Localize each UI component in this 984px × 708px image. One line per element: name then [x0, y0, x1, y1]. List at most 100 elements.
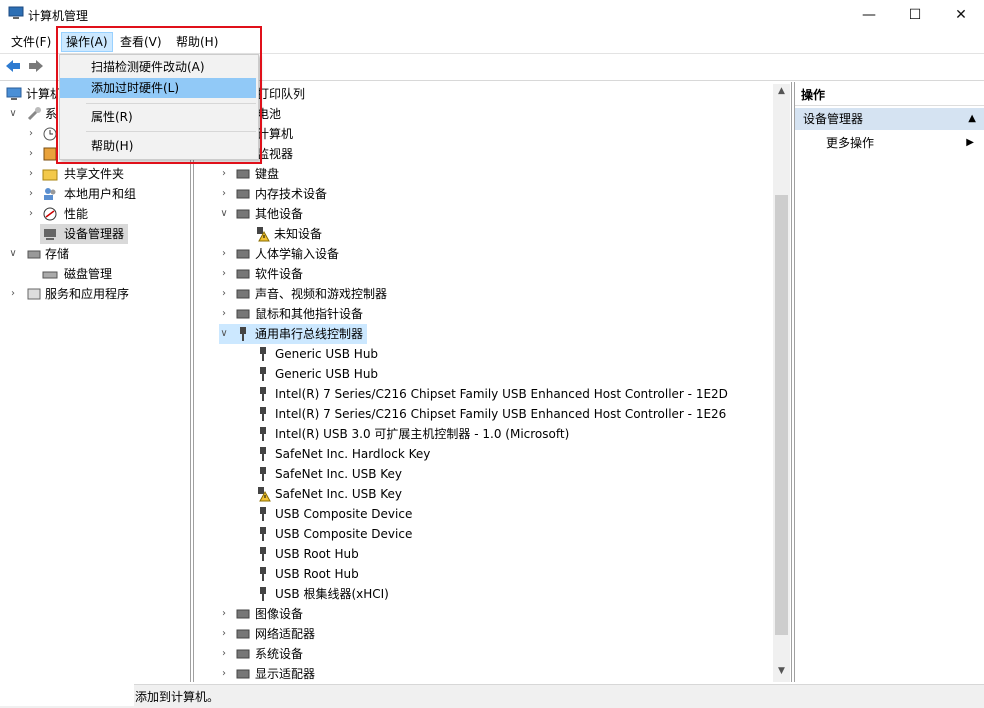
chevron-down-icon[interactable]: ∨	[219, 324, 229, 344]
device-category-row[interactable]: › 声音、视频和游戏控制器	[219, 284, 419, 304]
collapse-up-icon[interactable]: ▲	[968, 108, 976, 130]
device-category-row[interactable]: › 软件设备	[219, 264, 419, 284]
chevron-down-icon[interactable]: ∨	[219, 204, 229, 224]
device-category-print-queue[interactable]: 打印队列	[257, 84, 305, 104]
chevron-right-icon[interactable]: ›	[219, 184, 229, 204]
usb-device-item[interactable]: USB Composite Device	[237, 524, 737, 544]
device-category-row[interactable]: › 键盘	[219, 164, 419, 184]
tree-services-apps[interactable]: › 服务和应用程序	[4, 284, 174, 304]
chevron-right-icon[interactable]: ›	[26, 144, 36, 164]
device-category-row[interactable]: › 内存技术设备	[219, 184, 419, 204]
tree-item-label: 服务和应用程序	[45, 287, 130, 301]
device-label: 图像设备	[255, 607, 304, 621]
mouse-icon	[235, 306, 251, 322]
menu-file[interactable]: 文件(F)	[7, 33, 55, 51]
usb-device-item[interactable]: SafeNet Inc. USB Key	[237, 464, 737, 484]
tree-disk-management[interactable]: 磁盘管理	[40, 264, 160, 284]
actions-section-label: 设备管理器	[803, 112, 864, 126]
device-item-unknown[interactable]: 未知设备	[237, 224, 357, 244]
device-category-computer[interactable]: 计算机	[257, 124, 293, 144]
chevron-right-icon[interactable]: ›	[26, 184, 36, 204]
chevron-right-icon[interactable]: ›	[26, 204, 36, 224]
device-label: USB Composite Device	[275, 507, 413, 521]
device-label: 通用串行总线控制器	[255, 327, 364, 341]
back-arrow-icon[interactable]	[4, 58, 22, 74]
tree-system-tools[interactable]: ∨ 系	[4, 104, 64, 124]
more-actions-item[interactable]: 更多操作 ▶	[826, 133, 976, 153]
device-category-row[interactable]: ∨ 其他设备	[219, 204, 419, 224]
tree-item-label: 存储	[45, 247, 70, 261]
usb-device-item[interactable]: Intel(R) 7 Series/C216 Chipset Family US…	[237, 404, 737, 424]
actions-section-device-manager[interactable]: 设备管理器 ▲	[795, 108, 984, 130]
usb-device-item[interactable]: USB Root Hub	[237, 544, 737, 564]
device-label: Intel(R) 7 Series/C216 Chipset Family US…	[275, 407, 727, 421]
maximize-button[interactable]: ☐	[892, 0, 938, 30]
device-category-row[interactable]: › 显示适配器	[219, 664, 419, 684]
scrollbar-thumb[interactable]	[775, 195, 788, 635]
usb-device-item[interactable]: SafeNet Inc. USB Key	[237, 484, 737, 504]
device-category-row[interactable]: › 系统设备	[219, 644, 419, 664]
chevron-right-icon[interactable]: ›	[219, 644, 229, 664]
usb-icon	[255, 506, 271, 522]
chevron-right-icon[interactable]: ›	[219, 244, 229, 264]
display-adapter-icon	[235, 666, 251, 682]
usb-device-item[interactable]: USB Root Hub	[237, 564, 737, 584]
tree-shared-folders[interactable]: › 共享文件夹	[24, 164, 174, 184]
tree-root[interactable]: 计算机	[4, 84, 64, 104]
chevron-down-icon[interactable]: ∨	[8, 244, 18, 264]
usb-device-item[interactable]: Generic USB Hub	[237, 344, 737, 364]
usb-icon	[255, 366, 271, 382]
device-label: 鼠标和其他指针设备	[255, 307, 364, 321]
device-label: USB Composite Device	[275, 527, 413, 541]
usb-device-item[interactable]: USB Composite Device	[237, 504, 737, 524]
forward-arrow-icon[interactable]	[27, 58, 45, 74]
tree-device-manager[interactable]: 设备管理器	[40, 224, 128, 244]
device-category-row[interactable]: › 图像设备	[219, 604, 419, 624]
chevron-right-icon[interactable]: ›	[26, 124, 36, 144]
chevron-right-icon[interactable]: ›	[219, 624, 229, 644]
memory-icon	[235, 186, 251, 202]
highlight-annotation-box	[56, 26, 262, 164]
minimize-button[interactable]: —	[846, 0, 892, 30]
chevron-right-icon[interactable]: ›	[219, 304, 229, 324]
usb-device-item[interactable]: Generic USB Hub	[237, 364, 737, 384]
tree-local-users[interactable]: › 本地用户和组	[24, 184, 174, 204]
camera-icon	[235, 606, 251, 622]
tree-event-viewer[interactable]: ›	[24, 144, 58, 164]
chevron-right-icon[interactable]: ›	[8, 284, 18, 304]
usb-icon	[255, 546, 271, 562]
chevron-right-icon[interactable]: ›	[219, 264, 229, 284]
storage-icon	[26, 246, 42, 262]
computer-icon	[6, 86, 22, 102]
chevron-right-icon[interactable]: ›	[219, 284, 229, 304]
device-label: USB Root Hub	[275, 567, 359, 581]
status-text: 添加到计算机。	[135, 690, 220, 704]
actions-pane	[794, 82, 984, 682]
device-category-monitor[interactable]: 监视器	[257, 144, 293, 164]
usb-device-item[interactable]: Intel(R) USB 3.0 可扩展主机控制器 - 1.0 (Microso…	[237, 424, 737, 444]
tree-performance[interactable]: › 性能	[24, 204, 174, 224]
chevron-down-icon[interactable]: ∨	[8, 104, 18, 124]
close-button[interactable]: ✕	[938, 0, 984, 30]
hid-icon	[235, 246, 251, 262]
chevron-right-icon[interactable]: ›	[219, 164, 229, 184]
usb-device-item[interactable]: USB 根集线器(xHCI)	[237, 584, 737, 604]
chevron-right-icon[interactable]: ›	[219, 604, 229, 624]
chevron-right-icon[interactable]: ›	[26, 164, 36, 184]
tree-storage[interactable]: ∨ 存储	[4, 244, 154, 264]
device-label: 声音、视频和游戏控制器	[255, 287, 388, 301]
device-label: 网络适配器	[255, 627, 316, 641]
usb-device-item[interactable]: SafeNet Inc. Hardlock Key	[237, 444, 737, 464]
usb-icon	[255, 406, 271, 422]
device-category-row[interactable]: ∨ 通用串行总线控制器	[219, 324, 367, 344]
scroll-down-icon[interactable]: ▼	[775, 666, 788, 680]
window-title: 计算机管理	[28, 9, 89, 23]
device-category-row[interactable]: › 鼠标和其他指针设备	[219, 304, 419, 324]
device-category-row[interactable]: › 人体学输入设备	[219, 244, 419, 264]
tree-task-scheduler[interactable]: ›	[24, 124, 58, 144]
chevron-right-icon[interactable]: ›	[219, 664, 229, 684]
usb-device-item[interactable]: Intel(R) 7 Series/C216 Chipset Family US…	[237, 384, 737, 404]
more-actions-label: 更多操作	[826, 136, 875, 150]
scroll-up-icon[interactable]: ▲	[775, 86, 788, 100]
device-category-row[interactable]: › 网络适配器	[219, 624, 419, 644]
